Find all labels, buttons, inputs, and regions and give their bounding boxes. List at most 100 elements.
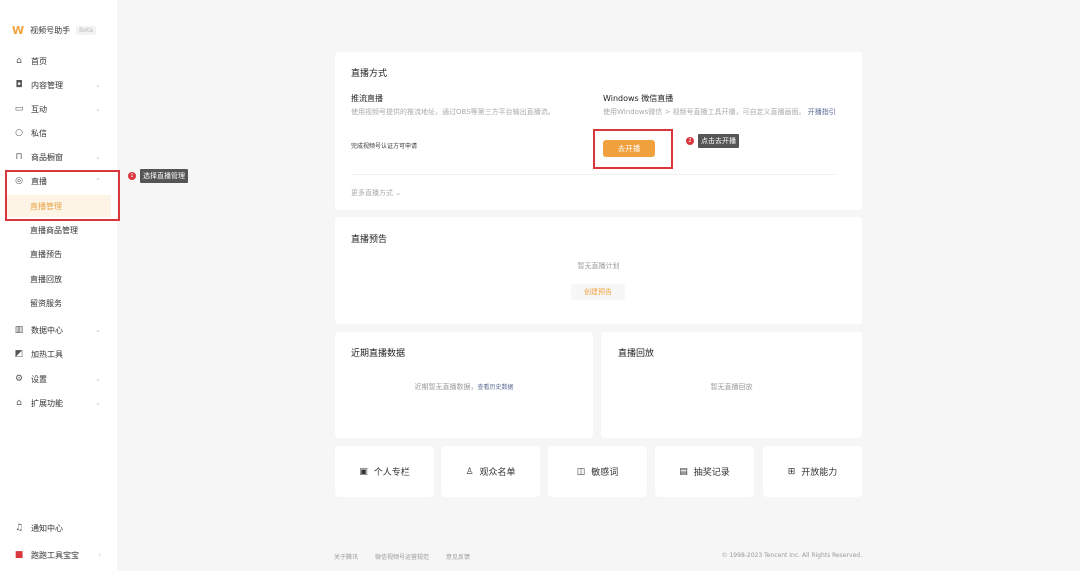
desc-text: 使用Windows微信 > 视频号直播工具开播，可自定义直播画面。: [603, 108, 806, 116]
notifications[interactable]: ♫ 通知中心: [0, 517, 117, 539]
footer-link-rules[interactable]: 微信视频号运营规范: [375, 552, 429, 561]
windows-title: Windows 微信直播: [603, 94, 674, 103]
sidebar-item-interaction[interactable]: ▭ 互动 ⌄: [0, 98, 117, 120]
label: 开放能力: [801, 468, 838, 478]
sidebar-item-extensions[interactable]: ⌂ 扩展功能 ⌄: [0, 392, 117, 414]
chat-icon: ○: [15, 128, 23, 138]
step-number: 2: [686, 137, 694, 145]
step-number: 1: [128, 172, 136, 180]
copyright: © 1998-2023 Tencent Inc. All Rights Rese…: [721, 552, 862, 559]
chevron-down-icon: ⌄: [95, 326, 101, 334]
sidebar-item-content[interactable]: ◘ 内容管理 ⌄: [0, 74, 117, 96]
push-note: 完成视频号认证方可申请: [351, 143, 418, 150]
tool-open-capabilities[interactable]: ⊞ 开放能力: [763, 446, 862, 497]
chevron-right-icon: ›: [98, 551, 101, 559]
label: 个人专栏: [373, 468, 410, 478]
sidebar: W 视频号助手 Beta ⌂ 首页 ◘ 内容管理 ⌄ ▭ 互动 ⌄ ○ 私信 ⊓ 商品橱窗 ⌄ ◎ 直…: [0, 0, 117, 571]
label: 直播回放: [30, 274, 62, 284]
chart-icon: ▥: [14, 325, 24, 335]
push-title: 推流直播: [351, 94, 383, 103]
recent-data-card: 近期直播数据 近期暂无直播数据，查看历史数据: [335, 332, 593, 438]
more-methods-toggle[interactable]: 更多直播方式 ⌄: [351, 188, 401, 198]
boost-icon: ◩: [14, 349, 24, 359]
camera-icon: ◘: [15, 80, 23, 90]
empty-label: 近期暂无直播数据，: [414, 383, 478, 391]
create-preview-button[interactable]: 创建预告: [571, 284, 625, 300]
sidebar-item-leads[interactable]: 留资服务: [0, 292, 117, 314]
annotation-box-start-live: [593, 129, 673, 169]
gear-icon: ⚙: [14, 374, 24, 384]
app-title: 视频号助手: [30, 26, 71, 35]
annotation-box-live-management: [5, 170, 120, 221]
label: 加热工具: [31, 349, 63, 359]
label: 商品橱窗: [31, 152, 63, 162]
chevron-down-icon: ⌄: [95, 105, 101, 113]
chevron-down-icon: ⌄: [95, 81, 101, 89]
app-logo[interactable]: W 视频号助手 Beta: [12, 24, 96, 37]
label: 私信: [31, 128, 47, 138]
tool-sensitive-words[interactable]: ◫ 敏感词: [548, 446, 647, 497]
windows-desc: 使用Windows微信 > 视频号直播工具开播，可自定义直播画面。 开播指引: [603, 107, 837, 117]
sidebar-item-live-preview[interactable]: 直播预告: [0, 243, 117, 265]
sidebar-item-data[interactable]: ▥ 数据中心 ⌄: [0, 319, 117, 341]
annotation-step1: 1 选择直播管理: [128, 169, 188, 183]
logo-icon: W: [12, 24, 25, 37]
label: 设置: [31, 374, 47, 384]
card-title: 直播回放: [618, 349, 655, 359]
label: 互动: [31, 104, 47, 114]
tool-lottery-records[interactable]: ▤ 抽奖记录: [655, 446, 754, 497]
sidebar-item-home[interactable]: ⌂ 首页: [0, 50, 117, 72]
avatar: ■: [14, 550, 24, 560]
open-icon: ⊞: [787, 466, 796, 477]
beta-badge: Beta: [76, 26, 96, 35]
document-icon: ▤: [679, 466, 688, 477]
divider: [351, 174, 836, 175]
column-icon: ▣: [359, 466, 368, 477]
footer-link-feedback[interactable]: 意见反馈: [446, 552, 470, 561]
sidebar-item-settings[interactable]: ⚙ 设置 ⌄: [0, 368, 117, 390]
card-title: 直播方式: [351, 69, 388, 79]
chevron-down-icon: ⌄: [395, 189, 402, 197]
label: 抽奖记录: [693, 468, 730, 478]
label: 通知中心: [31, 523, 63, 533]
sidebar-item-live-products[interactable]: 直播商品管理: [0, 219, 117, 241]
more-label: 更多直播方式: [351, 189, 393, 197]
label: 首页: [31, 56, 47, 66]
history-link[interactable]: 查看历史数据: [477, 384, 513, 391]
label: 内容管理: [31, 80, 63, 90]
tool-personal-column[interactable]: ▣ 个人专栏: [335, 446, 434, 497]
label: 数据中心: [31, 325, 63, 335]
text-icon: ◫: [576, 466, 586, 477]
label: 敏感词: [591, 468, 619, 478]
label: 直播预告: [30, 249, 62, 259]
sidebar-item-boost[interactable]: ◩ 加热工具: [0, 343, 117, 365]
empty-text: 暂无直播回放: [710, 383, 753, 391]
label: 直播商品管理: [30, 225, 78, 235]
chevron-down-icon: ⌄: [95, 375, 101, 383]
sidebar-item-live-replay[interactable]: 直播回放: [0, 268, 117, 290]
empty-text: 近期暂无直播数据，查看历史数据: [335, 382, 593, 392]
home-icon: ⌂: [16, 56, 22, 66]
replay-card: 直播回放 暂无直播回放: [601, 332, 862, 438]
label: 观众名单: [479, 468, 516, 478]
push-desc: 使用视频号提供的推流地址，通过OBS等第三方平台输出直播流。: [351, 108, 555, 116]
sidebar-item-messages[interactable]: ○ 私信: [0, 122, 117, 144]
sidebar-item-shop[interactable]: ⊓ 商品橱窗 ⌄: [0, 146, 117, 168]
chevron-down-icon: ⌄: [95, 399, 101, 407]
bell-icon: ♫: [14, 523, 24, 533]
monitor-icon: ▭: [14, 104, 24, 114]
footer-link-about[interactable]: 关于腾讯: [334, 552, 358, 561]
chevron-down-icon: ⌄: [95, 153, 101, 161]
bag-icon: ⊓: [15, 152, 23, 162]
user-profile[interactable]: ■ 跑跑工具宝宝 ›: [0, 544, 117, 566]
label: 跑跑工具宝宝: [31, 550, 79, 560]
empty-text: 暂无直播计划: [577, 262, 620, 270]
card-title: 直播预告: [351, 235, 388, 245]
tool-audience-list[interactable]: ♙ 观众名单: [441, 446, 540, 497]
annotation-step2: 2 点击去开播: [686, 134, 739, 148]
step-text: 点击去开播: [698, 134, 739, 148]
guide-link[interactable]: 开播指引: [808, 108, 836, 116]
card-title: 近期直播数据: [351, 349, 406, 359]
extension-icon: ⌂: [16, 398, 22, 408]
live-preview-card: 直播预告 暂无直播计划 创建预告: [335, 217, 862, 324]
